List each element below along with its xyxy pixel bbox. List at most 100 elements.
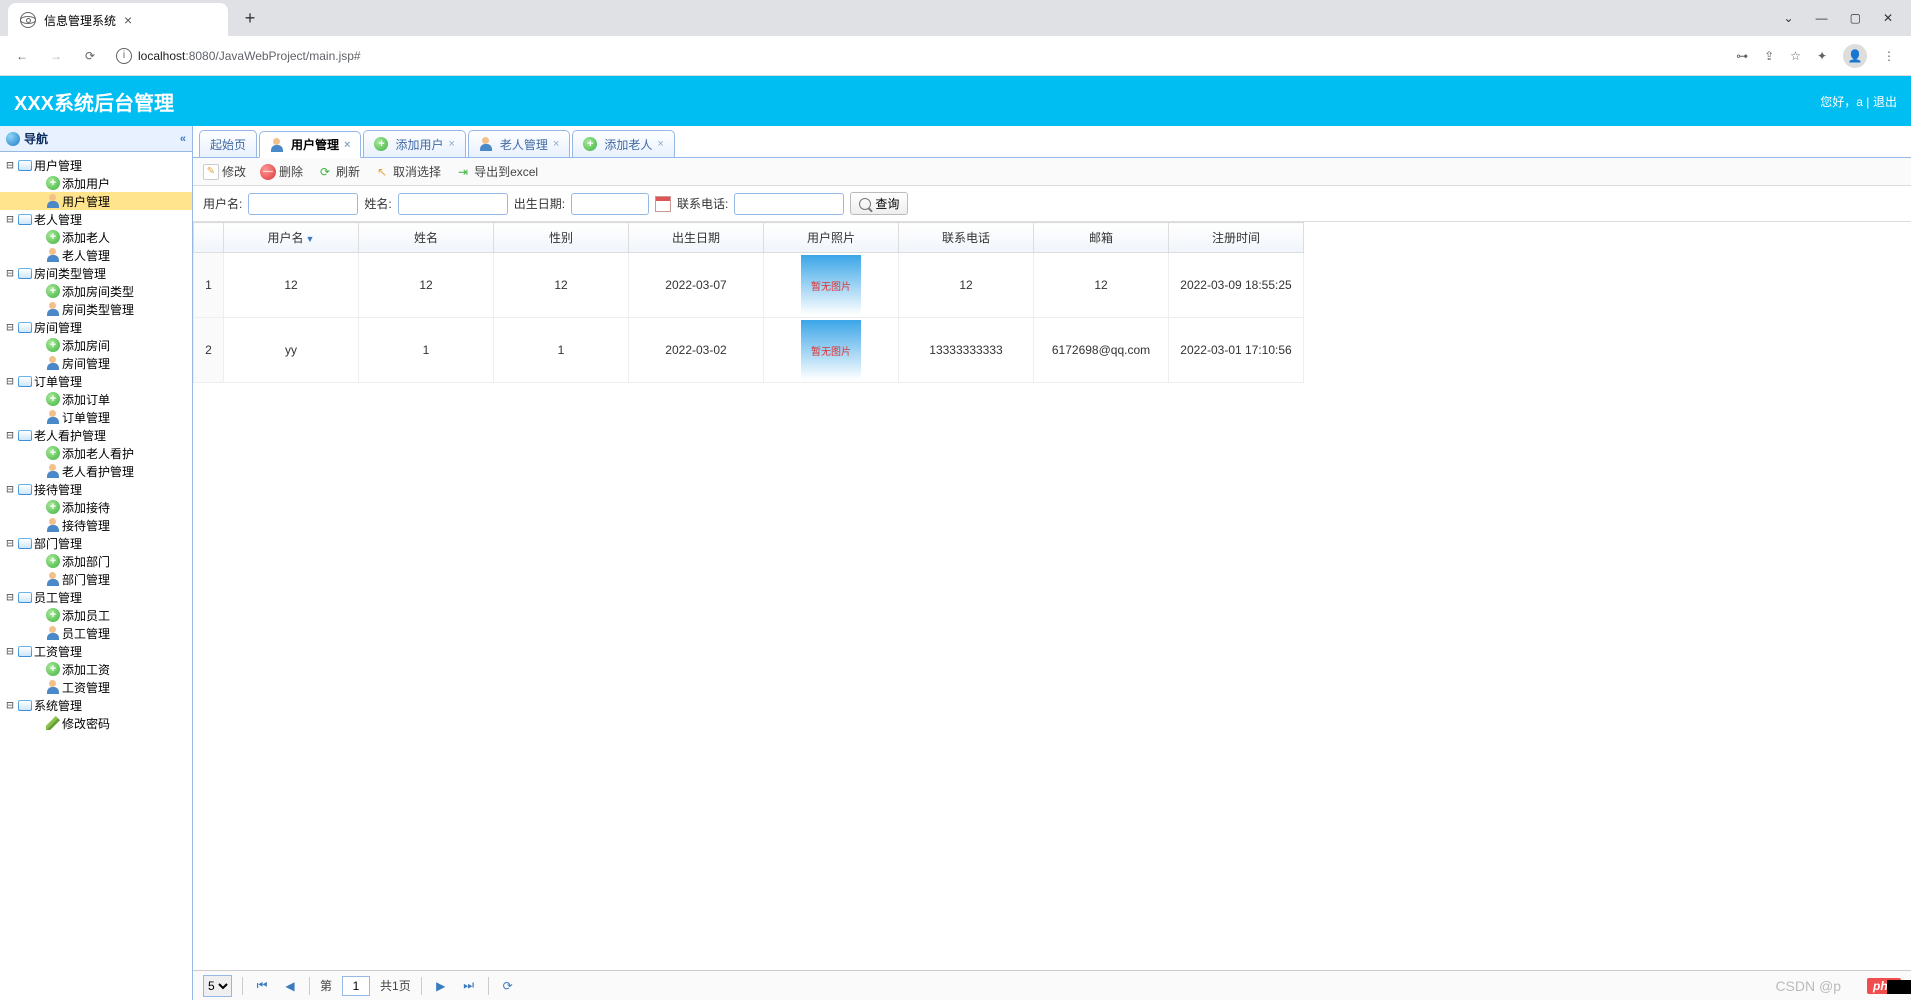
tree-item[interactable]: +添加接待 [0, 498, 192, 516]
logout-link[interactable]: 退出 [1873, 95, 1897, 109]
content-tab[interactable]: +添加用户× [363, 130, 465, 157]
close-window-icon[interactable]: ✕ [1883, 11, 1893, 25]
first-page-button[interactable]: ⏮ [253, 977, 271, 995]
toggle-icon[interactable]: ⊟ [2, 374, 18, 388]
content-tab[interactable]: 用户管理× [259, 131, 361, 158]
tree-item[interactable]: 部门管理 [0, 570, 192, 588]
col-header[interactable]: 性别 [494, 223, 629, 253]
maximize-icon[interactable]: ▢ [1850, 11, 1861, 25]
realname-input[interactable] [398, 193, 508, 215]
col-header[interactable]: 邮箱 [1034, 223, 1169, 253]
close-icon[interactable]: × [448, 138, 454, 150]
content-tab[interactable]: 起始页 [199, 130, 257, 157]
birthdate-input[interactable] [571, 193, 649, 215]
cancel-select-button[interactable]: ↖取消选择 [374, 163, 441, 180]
tree-item[interactable]: +添加员工 [0, 606, 192, 624]
tree-group[interactable]: ⊟订单管理 [0, 372, 192, 390]
back-button[interactable]: ← [8, 42, 36, 70]
delete-button[interactable]: —删除 [260, 163, 303, 180]
tree-item[interactable]: 接待管理 [0, 516, 192, 534]
refresh-button[interactable]: ⟳ [76, 42, 104, 70]
toggle-icon[interactable]: ⊟ [2, 644, 18, 658]
col-header[interactable]: 用户名▼ [224, 223, 359, 253]
col-header[interactable]: 用户照片 [764, 223, 899, 253]
col-header[interactable]: 联系电话 [899, 223, 1034, 253]
tree-item[interactable]: +添加老人看护 [0, 444, 192, 462]
tree-group[interactable]: ⊟接待管理 [0, 480, 192, 498]
col-header[interactable]: 姓名 [359, 223, 494, 253]
new-tab-button[interactable]: + [236, 4, 264, 32]
tree-group[interactable]: ⊟老人管理 [0, 210, 192, 228]
puzzle-icon[interactable]: ✦ [1817, 49, 1827, 63]
tree-group[interactable]: ⊟房间管理 [0, 318, 192, 336]
toggle-icon[interactable]: ⊟ [2, 536, 18, 550]
close-icon[interactable]: × [657, 138, 663, 150]
table-row[interactable]: 2yy112022-03-02暂无图片133333333336172698@qq… [194, 318, 1304, 383]
close-icon[interactable]: × [553, 138, 559, 150]
profile-icon[interactable]: 👤 [1843, 44, 1867, 68]
col-header[interactable]: 出生日期 [629, 223, 764, 253]
info-icon[interactable]: i [116, 48, 132, 64]
browser-tab[interactable]: 信息管理系统 × [8, 3, 228, 37]
tree-item[interactable]: 老人看护管理 [0, 462, 192, 480]
export-button[interactable]: ⇥导出到excel [455, 163, 538, 180]
tree-item[interactable]: +添加房间 [0, 336, 192, 354]
tree-item[interactable]: 订单管理 [0, 408, 192, 426]
tree-item[interactable]: +添加工资 [0, 660, 192, 678]
refresh-button[interactable]: ⟳刷新 [317, 163, 360, 180]
tree-item[interactable]: 工资管理 [0, 678, 192, 696]
tree-group[interactable]: ⊟系统管理 [0, 696, 192, 714]
key-icon[interactable]: ⊶ [1736, 49, 1748, 63]
calendar-icon[interactable] [655, 196, 671, 212]
tree-group[interactable]: ⊟工资管理 [0, 642, 192, 660]
toggle-icon[interactable]: ⊟ [2, 320, 18, 334]
tree-item[interactable]: +添加用户 [0, 174, 192, 192]
tree-item[interactable]: +添加部门 [0, 552, 192, 570]
username-input[interactable] [248, 193, 358, 215]
tree-item[interactable]: 老人管理 [0, 246, 192, 264]
toggle-icon[interactable]: ⊟ [2, 212, 18, 226]
content-tab[interactable]: 老人管理× [468, 130, 570, 157]
tree-item[interactable]: 房间管理 [0, 354, 192, 372]
reload-button[interactable]: ⟳ [499, 977, 517, 995]
toggle-icon[interactable]: ⊟ [2, 158, 18, 172]
table-row[interactable]: 11212122022-03-07暂无图片12122022-03-09 18:5… [194, 253, 1304, 318]
address-bar[interactable]: i localhost:8080/JavaWebProject/main.jsp… [110, 48, 1730, 64]
tree-item[interactable]: 修改密码 [0, 714, 192, 732]
toggle-icon[interactable]: ⊟ [2, 266, 18, 280]
col-header[interactable]: 注册时间 [1169, 223, 1304, 253]
query-button[interactable]: 查询 [850, 192, 908, 215]
tree-item[interactable]: 用户管理 [0, 192, 192, 210]
tree-group[interactable]: ⊟部门管理 [0, 534, 192, 552]
prev-page-button[interactable]: ◀ [281, 977, 299, 995]
close-icon[interactable]: × [344, 139, 350, 151]
star-icon[interactable]: ☆ [1790, 49, 1801, 63]
tree-item[interactable]: +添加订单 [0, 390, 192, 408]
minimize-icon[interactable]: — [1816, 11, 1828, 25]
toggle-icon[interactable]: ⊟ [2, 698, 18, 712]
tree-group[interactable]: ⊟老人看护管理 [0, 426, 192, 444]
toggle-icon[interactable]: ⊟ [2, 482, 18, 496]
next-page-button[interactable]: ▶ [432, 977, 450, 995]
tree-group[interactable]: ⊟员工管理 [0, 588, 192, 606]
last-page-button[interactable]: ⏭ [460, 977, 478, 995]
phone-input[interactable] [734, 193, 844, 215]
collapse-icon[interactable]: « [180, 133, 186, 145]
chevron-down-icon[interactable]: ⌄ [1784, 11, 1794, 25]
page-input[interactable] [342, 976, 370, 996]
tree-item[interactable]: +添加老人 [0, 228, 192, 246]
toggle-icon[interactable]: ⊟ [2, 590, 18, 604]
tree-group[interactable]: ⊟用户管理 [0, 156, 192, 174]
pagesize-select[interactable]: 5 [203, 975, 232, 997]
tree-group[interactable]: ⊟房间类型管理 [0, 264, 192, 282]
toggle-icon[interactable]: ⊟ [2, 428, 18, 442]
tree-item[interactable]: 房间类型管理 [0, 300, 192, 318]
forward-button[interactable]: → [42, 42, 70, 70]
share-icon[interactable]: ⇪ [1764, 49, 1774, 63]
menu-icon[interactable]: ⋮ [1883, 49, 1895, 63]
content-tab[interactable]: +添加老人× [572, 130, 674, 157]
close-icon[interactable]: × [124, 12, 132, 28]
edit-button[interactable]: 修改 [203, 163, 246, 180]
tree-item[interactable]: +添加房间类型 [0, 282, 192, 300]
tree-item[interactable]: 员工管理 [0, 624, 192, 642]
